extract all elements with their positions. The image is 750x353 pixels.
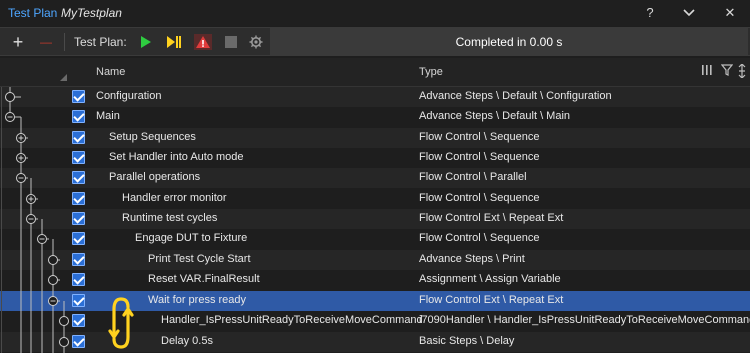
table-row[interactable]: Runtime test cycles Flow Control Ext \ R… [0, 209, 750, 229]
step-type: Advance Steps \ Print [419, 253, 525, 265]
sort-icon[interactable] [737, 63, 747, 81]
panel-tab-title[interactable]: Test Plan [8, 6, 57, 20]
step-name: Print Test Cycle Start [148, 253, 251, 265]
table-row[interactable]: Print Test Cycle Start Advance Steps \ P… [0, 250, 750, 270]
step-name: Handler_IsPressUnitReadyToReceiveMoveCom… [161, 314, 423, 326]
stop-icon [225, 36, 237, 48]
enable-checkbox[interactable] [72, 232, 85, 245]
step-name: Runtime test cycles [122, 212, 218, 224]
step-type: Assignment \ Assign Variable [419, 273, 561, 285]
step-name: Parallel operations [109, 171, 201, 183]
step-name: Setup Sequences [109, 131, 196, 143]
step-type: Flow Control Ext \ Repeat Ext [419, 294, 564, 306]
enable-checkbox[interactable] [72, 273, 85, 286]
step-name: Handler error monitor [122, 192, 227, 204]
enable-checkbox[interactable] [72, 90, 85, 103]
table-row[interactable]: Main Advance Steps \ Default \ Main [0, 107, 750, 127]
columns-icon[interactable] [702, 64, 712, 79]
run-button[interactable] [137, 28, 155, 56]
enable-checkbox[interactable] [72, 151, 85, 164]
remove-step-button[interactable]: — [36, 28, 56, 56]
table-row[interactable]: Handler error monitor Flow Control \ Seq… [0, 189, 750, 209]
step-name: Engage DUT to Fixture [135, 232, 248, 244]
enable-checkbox[interactable] [72, 335, 85, 348]
step-type: Flow Control \ Sequence [419, 232, 540, 244]
step-name: Wait for press ready [148, 294, 247, 306]
add-step-button[interactable]: + [8, 28, 28, 56]
enable-checkbox[interactable] [72, 110, 85, 123]
step-type: Flow Control \ Sequence [419, 192, 540, 204]
step-name: Delay 0.5s [161, 335, 213, 347]
break-button[interactable] [193, 28, 213, 56]
step-name: Set Handler into Auto mode [109, 151, 244, 163]
chevron-down-icon[interactable] [677, 3, 701, 23]
select-all-corner[interactable] [60, 74, 67, 81]
step-type: Advance Steps \ Default \ Main [419, 110, 571, 122]
play-pause-icon [167, 36, 181, 48]
step-type: Flow Control \ Sequence [419, 151, 540, 163]
enable-checkbox[interactable] [72, 314, 85, 327]
table-row[interactable]: Set Handler into Auto mode Flow Control … [0, 148, 750, 168]
table-row[interactable]: Setup Sequences Flow Control \ Sequence [0, 128, 750, 148]
table-row[interactable]: Reset VAR.FinalResult Assignment \ Assig… [0, 270, 750, 290]
run-selected-button[interactable] [165, 28, 183, 56]
gear-icon [249, 35, 263, 49]
help-button[interactable]: ? [638, 3, 662, 23]
step-type: Flow Control \ Parallel [419, 171, 527, 183]
grid-left-border [1, 87, 2, 353]
step-type: i7090Handler \ Handler_IsPressUnitReadyT… [419, 314, 750, 326]
step-type: Advance Steps \ Default \ Configuration [419, 90, 612, 102]
step-name: Configuration [96, 90, 162, 102]
column-header: Name Type [0, 58, 750, 87]
warning-icon [194, 34, 212, 50]
enable-checkbox[interactable] [72, 192, 85, 205]
step-name: Main [96, 110, 120, 122]
step-type: Basic Steps \ Delay [419, 335, 515, 347]
table-row[interactable]: Engage DUT to Fixture Flow Control \ Seq… [0, 229, 750, 249]
toolbar-divider [64, 33, 65, 51]
table-row[interactable]: Configuration Advance Steps \ Default \ … [0, 87, 750, 107]
settings-button[interactable] [247, 28, 265, 56]
title-bar: Test Plan MyTestplan ? ✕ [0, 0, 750, 26]
stop-button[interactable] [222, 28, 240, 56]
enable-checkbox[interactable] [72, 171, 85, 184]
play-icon [141, 36, 151, 48]
filter-icon[interactable] [720, 64, 734, 79]
step-type: Flow Control Ext \ Repeat Ext [419, 212, 564, 224]
close-button[interactable]: ✕ [718, 3, 742, 23]
column-header-type[interactable]: Type [419, 66, 443, 78]
run-status: Completed in 0.00 s [270, 28, 748, 56]
step-name: Reset VAR.FinalResult [148, 273, 260, 285]
enable-checkbox[interactable] [72, 131, 85, 144]
enable-checkbox[interactable] [72, 253, 85, 266]
enable-checkbox[interactable] [72, 294, 85, 307]
toolbar: + — Test Plan: Completed in 0.00 s [0, 27, 750, 56]
test-plan-label: Test Plan: [74, 35, 127, 49]
loop-indicator-icon [108, 297, 134, 349]
enable-checkbox[interactable] [72, 212, 85, 225]
step-type: Flow Control \ Sequence [419, 131, 540, 143]
column-header-name[interactable]: Name [96, 66, 125, 78]
table-row[interactable]: Parallel operations Flow Control \ Paral… [0, 168, 750, 188]
plan-name: MyTestplan [61, 6, 122, 20]
